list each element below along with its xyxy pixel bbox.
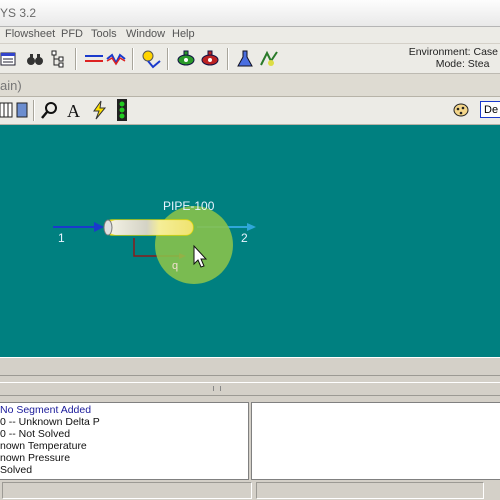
status-line-5: nown Pressure [0,452,71,464]
pfd-window-title-bar: ain) [0,74,500,97]
energy-stream-label[interactable]: q [172,260,178,272]
status-line-3: 0 -- Not Solved [0,428,71,440]
toolbar-separator [33,100,35,121]
status-cell-left [2,482,252,499]
title-bar: YS 3.2 [0,0,500,27]
horizontal-scrollbar[interactable] [0,357,500,373]
toolbar-separator [75,48,77,70]
oil-characterization-icon[interactable] [259,49,279,69]
material-stream-icon[interactable] [84,49,104,69]
status-bar [0,480,500,500]
pane-splitter[interactable] [0,372,500,402]
status-cell-right [256,482,484,499]
status-line-1: No Segment Added [0,404,92,416]
outlet-stream-arrow [247,223,256,231]
svg-text:A: A [67,101,80,120]
splitter-line [0,375,500,376]
exchanger-icon[interactable] [106,49,126,69]
splitter-grip-bar[interactable] [0,382,500,396]
text-tool-icon[interactable]: A [64,100,84,120]
menu-bar: Flowsheet PFD Tools Window Help [0,27,500,43]
toolbar-separator [227,48,229,70]
palette-icon[interactable] [452,101,470,119]
main-toolbar: Environment: Case Mode: Stea [0,44,500,74]
status-line-4: nown Temperature [0,440,87,452]
pump-red-icon[interactable] [200,49,220,69]
pfd-toolbar: A De [0,97,500,125]
pump-green-icon[interactable] [176,49,196,69]
menu-flowsheet[interactable]: Flowsheet [5,28,55,40]
toolbar-separator [132,48,134,70]
environment-info: Environment: Case Mode: Stea [409,46,498,70]
workbook-icon[interactable] [0,49,20,69]
hierarchy-icon[interactable] [49,49,69,69]
binoculars-icon[interactable] [25,49,45,69]
menu-pfd[interactable]: PFD [61,28,83,40]
menu-tools[interactable]: Tools [91,28,117,40]
cursor-highlight [155,206,233,284]
menu-help[interactable]: Help [172,28,195,40]
status-message-pane: No Segment Added 0 -- Unknown Delta P 0 … [0,402,249,480]
outlet-stream-label[interactable]: 2 [241,231,248,245]
color-scheme-dropdown[interactable]: De [480,101,500,118]
mode-label: Mode: Stea [435,58,490,70]
environment-label: Environment: Case [408,46,498,58]
pipe-end-cap [103,219,113,236]
lightning-icon[interactable] [89,100,109,120]
inlet-stream-label[interactable]: 1 [58,231,65,245]
trace-pane [251,402,500,480]
status-line-2: 0 -- Unknown Delta P [0,416,100,428]
splitter-grip-icon [213,386,221,391]
pipe-segment-shading [109,220,193,235]
pfd-window-title: ain) [0,78,22,93]
select-icon[interactable] [16,101,30,119]
menu-window[interactable]: Window [126,28,165,40]
zoom-icon[interactable] [40,100,60,120]
toolbar-separator [167,48,169,70]
inlet-stream-arrow [94,222,104,232]
flask-icon[interactable] [235,49,255,69]
flow-sheet-icon[interactable] [141,49,161,69]
status-line-6: Solved [0,464,33,476]
app-title: YS 3.2 [0,6,37,20]
grid-icon[interactable] [0,101,14,119]
traffic-light-icon[interactable] [115,99,129,121]
pfd-drawing [53,206,256,284]
pfd-canvas[interactable]: PIPE-100 1 2 q [0,125,500,357]
pipe-label[interactable]: PIPE-100 [163,199,214,213]
